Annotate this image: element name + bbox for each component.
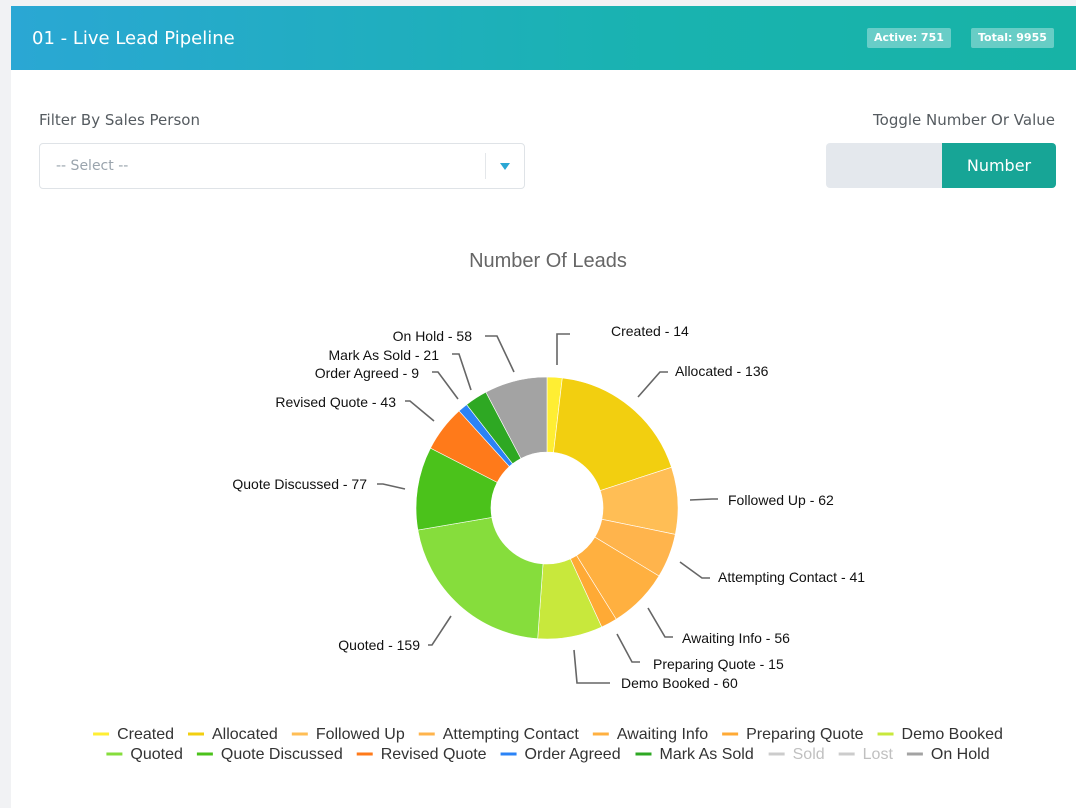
legend-label: Preparing Quote (746, 726, 864, 743)
data-label-order-agreed: Order Agreed - 9 (315, 365, 419, 381)
legend-label: Quoted (130, 746, 182, 763)
label-connector-revised-quote (405, 400, 435, 422)
legend-item-mark-as-sold[interactable]: Mark As Sold (635, 746, 754, 763)
label-connector-preparing-quote (616, 633, 640, 663)
chart-title: Number Of Leads (469, 250, 627, 272)
legend-item-on-hold[interactable]: On Hold (906, 746, 990, 763)
legend-label: Awaiting Info (617, 726, 708, 743)
legend-label: On Hold (931, 746, 990, 763)
label-connector-mark-as-sold (452, 353, 472, 391)
legend-item-sold[interactable]: Sold (768, 746, 825, 763)
label-connector-order-agreed (432, 371, 459, 400)
data-label-on-hold: On Hold - 58 (393, 328, 473, 344)
data-label-created: Created - 14 (611, 323, 689, 339)
chart-legend: Created Allocated Followed Up Attempting Co… (93, 726, 1003, 763)
legend-label: Demo Booked (902, 726, 1003, 743)
legend-item-created[interactable]: Created (93, 726, 174, 743)
legend-item-order-agreed[interactable]: Order Agreed (500, 746, 621, 763)
legend-item-allocated[interactable]: Allocated (187, 726, 278, 743)
donut-slices (415, 376, 679, 640)
label-connector-followed-up (689, 498, 718, 501)
legend-label: Mark As Sold (659, 746, 753, 763)
legend-item-awaiting-info[interactable]: Awaiting Info (592, 726, 708, 743)
data-label-followed-up: Followed Up - 62 (728, 492, 834, 508)
legend-label: Sold (793, 746, 825, 763)
data-label-preparing-quote: Preparing Quote - 15 (653, 656, 784, 672)
label-connector-demo-booked (573, 649, 610, 684)
label-connector-attempting-contact (679, 561, 710, 579)
label-connector-allocated (637, 371, 668, 398)
leads-donut-chart: Number Of Leads Created - 14 Allocated - 1… (93, 250, 1003, 763)
data-label-mark-as-sold: Mark As Sold - 21 (329, 347, 440, 363)
label-connector-quote-discussed (377, 483, 406, 490)
data-label-demo-booked: Demo Booked - 60 (621, 675, 738, 691)
legend-item-quote-discussed[interactable]: Quote Discussed (196, 746, 343, 763)
label-connector-awaiting-info (647, 607, 673, 638)
legend-label: Attempting Contact (443, 726, 580, 743)
legend-label: Created (117, 726, 174, 743)
legend-item-attempting-contact[interactable]: Attempting Contact (418, 726, 580, 743)
data-label-revised-quote: Revised Quote - 43 (275, 394, 396, 410)
legend-label: Order Agreed (525, 746, 621, 763)
data-label-attempting-contact: Attempting Contact - 41 (718, 569, 865, 585)
legend-item-preparing-quote[interactable]: Preparing Quote (722, 726, 864, 743)
legend-item-lost[interactable]: Lost (838, 746, 894, 763)
data-label-allocated: Allocated - 136 (675, 363, 769, 379)
legend-label: Revised Quote (381, 746, 487, 763)
legend-item-demo-booked[interactable]: Demo Booked (877, 726, 1003, 743)
legend-label: Quote Discussed (221, 746, 343, 763)
label-connector-created (556, 333, 570, 365)
data-label-awaiting-info: Awaiting Info - 56 (682, 630, 790, 646)
label-connector-quoted (428, 615, 452, 646)
label-connector-on-hold (485, 335, 515, 373)
data-label-quote-discussed: Quote Discussed - 77 (232, 476, 367, 492)
legend-item-revised-quote[interactable]: Revised Quote (356, 746, 487, 763)
slice-quoted[interactable] (417, 517, 544, 639)
legend-item-followed-up[interactable]: Followed Up (291, 726, 405, 743)
legend-label: Followed Up (316, 726, 405, 743)
legend-item-quoted[interactable]: Quoted (106, 746, 183, 763)
data-label-quoted: Quoted - 159 (338, 637, 420, 653)
legend-label: Lost (863, 746, 894, 763)
legend-label: Allocated (212, 726, 278, 743)
